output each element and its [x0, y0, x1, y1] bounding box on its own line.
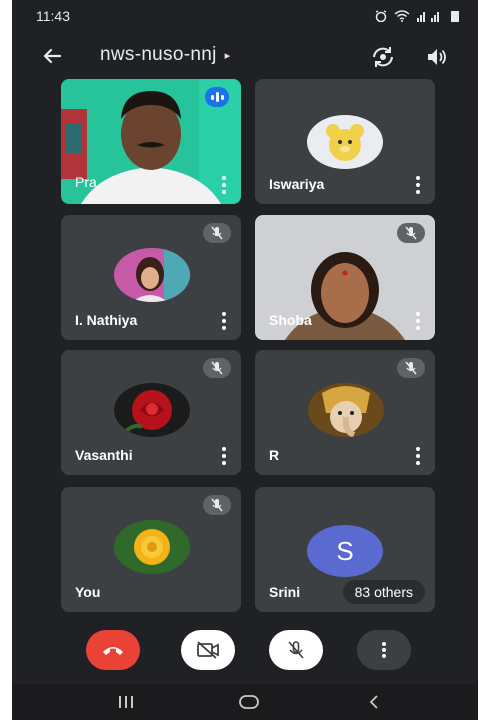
back-arrow-icon[interactable] [40, 44, 64, 68]
speaking-indicator-icon [205, 87, 229, 107]
participant-tile[interactable]: R [255, 350, 435, 475]
mic-off-icon [203, 223, 231, 243]
more-vert-icon[interactable] [217, 176, 231, 194]
participant-tile[interactable]: Pra [61, 79, 241, 204]
avatar [307, 115, 383, 169]
phone-screen: 11:43 nws-nuso-nnj ▸ Pra Iswariya I. Nat… [12, 0, 478, 720]
more-vert-icon[interactable] [411, 447, 425, 465]
participant-tile[interactable]: I. Nathiya [61, 215, 241, 340]
recent-apps-icon[interactable] [114, 692, 138, 712]
meeting-header: nws-nuso-nnj ▸ [12, 38, 478, 78]
home-icon[interactable] [237, 692, 261, 712]
avatar [308, 383, 384, 437]
more-options-button[interactable] [357, 630, 411, 670]
participant-name: Srini [269, 584, 301, 600]
avatar [114, 520, 190, 574]
participant-tile[interactable]: Iswariya [255, 79, 435, 204]
participant-tile[interactable]: Vasanthi [61, 350, 241, 475]
avatar [114, 383, 190, 437]
participant-name: Shoba [269, 312, 312, 328]
avatar: S [307, 525, 383, 577]
more-vert-icon[interactable] [411, 176, 425, 194]
meeting-code: nws-nuso-nnj [100, 44, 217, 65]
meeting-info-caret-icon: ▸ [224, 49, 231, 62]
end-call-button[interactable] [86, 630, 140, 670]
participant-name: R [269, 447, 280, 463]
mic-off-icon [397, 358, 425, 378]
more-vert-icon[interactable] [411, 312, 425, 330]
status-icons [374, 10, 460, 22]
mic-toggle-button[interactable] [269, 630, 323, 670]
participant-name: Iswariya [269, 176, 325, 192]
participant-tile[interactable]: Shoba [255, 215, 435, 340]
more-vert-icon [382, 642, 386, 658]
alarm-icon [375, 10, 387, 22]
camera-toggle-button[interactable] [181, 630, 235, 670]
speaker-icon[interactable] [424, 44, 450, 70]
status-time: 11:43 [36, 8, 70, 24]
nav-back-icon[interactable] [362, 692, 386, 712]
call-controls [12, 625, 478, 675]
camera-off-icon [197, 641, 219, 659]
signal-icon [417, 12, 439, 22]
participant-tile[interactable]: S Srini 83 others [255, 487, 435, 612]
participant-tile[interactable]: You [61, 487, 241, 612]
end-call-icon [103, 647, 123, 655]
system-nav-bar [12, 684, 478, 720]
participant-name: Vasanthi [75, 447, 133, 463]
battery-icon [451, 11, 459, 22]
participant-name: Pra [75, 174, 97, 190]
avatar [114, 248, 190, 302]
participant-name: I. Nathiya [75, 312, 138, 328]
status-bar: 11:43 [12, 0, 478, 34]
switch-camera-icon[interactable] [370, 44, 396, 70]
wifi-icon [394, 10, 410, 22]
mic-off-icon [288, 641, 304, 659]
more-vert-icon[interactable] [217, 312, 231, 330]
mic-off-icon [397, 223, 425, 243]
more-vert-icon[interactable] [217, 447, 231, 465]
mic-off-icon [203, 358, 231, 378]
meeting-title[interactable]: nws-nuso-nnj ▸ [100, 44, 230, 66]
mic-off-icon [203, 495, 231, 515]
participant-name: You [75, 584, 101, 600]
others-count-badge[interactable]: 83 others [342, 580, 425, 604]
